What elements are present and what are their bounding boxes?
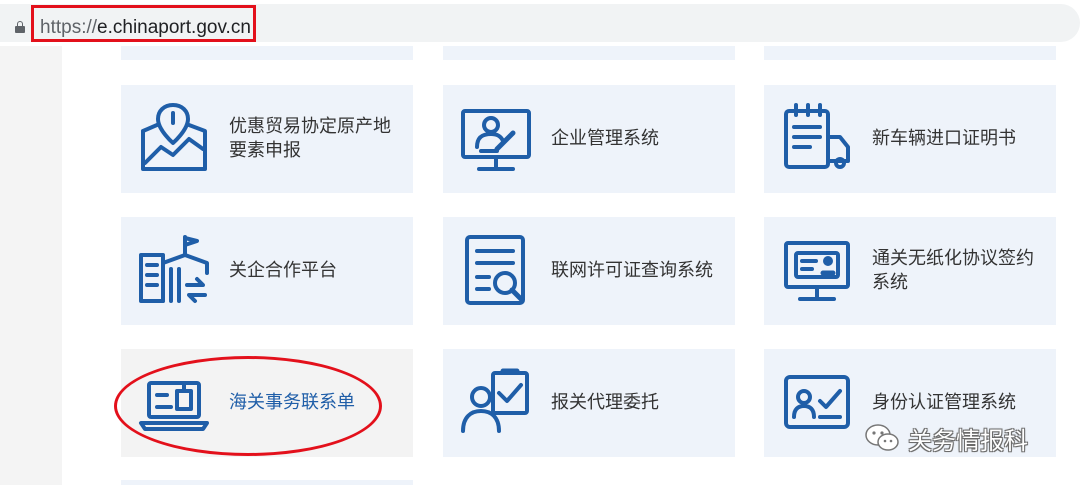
service-card-enterprise-management[interactable]: 企业管理系统 — [443, 85, 735, 193]
service-card-license-query[interactable]: 联网许可证查询系统 — [443, 217, 735, 325]
browser-toolbar: https://e.chinaport.gov.cn — [0, 0, 1080, 46]
document-search-icon — [459, 233, 533, 307]
left-gutter — [0, 46, 62, 485]
map-location-chart-icon — [137, 101, 211, 175]
partial-card-bottom[interactable] — [121, 480, 413, 485]
watermark: 关务情报科 — [864, 420, 1028, 456]
lock-icon[interactable] — [15, 21, 25, 33]
partial-card-top[interactable] — [764, 46, 1056, 60]
clipboard-truck-icon — [780, 101, 854, 175]
card-label: 通关无纸化协议签约 系统 — [872, 248, 1034, 293]
watermark-text: 关务情报科 — [908, 426, 1028, 455]
service-card-new-vehicle-import[interactable]: 新车辆进口证明书 — [764, 85, 1056, 193]
id-card-check-icon — [780, 365, 854, 439]
partial-card-top[interactable] — [443, 46, 735, 60]
wechat-icon — [865, 424, 899, 451]
service-card-origin-declaration[interactable]: 优惠贸易协定原产地 要素申报 — [121, 85, 413, 193]
card-label: 联网许可证查询系统 — [551, 260, 713, 281]
building-flag-icon — [137, 233, 211, 307]
person-checklist-icon — [459, 365, 533, 439]
card-label: 报关代理委托 — [551, 392, 659, 413]
url-highlight-box — [31, 5, 256, 42]
service-card-paperless-agreement[interactable]: 通关无纸化协议签约 系统 — [764, 217, 1056, 325]
monitor-user-icon — [459, 101, 533, 175]
card-label: 企业管理系统 — [551, 128, 659, 149]
card-label: 优惠贸易协定原产地 要素申报 — [229, 116, 391, 161]
red-ellipse-highlight — [114, 356, 382, 456]
monitor-id-card-icon — [780, 233, 854, 307]
service-card-customs-enterprise-cooperation[interactable]: 关企合作平台 — [121, 217, 413, 325]
partial-card-top[interactable] — [121, 46, 413, 60]
card-label: 新车辆进口证明书 — [872, 128, 1016, 149]
card-label: 关企合作平台 — [229, 260, 337, 281]
service-card-customs-agency-entrust[interactable]: 报关代理委托 — [443, 349, 735, 457]
